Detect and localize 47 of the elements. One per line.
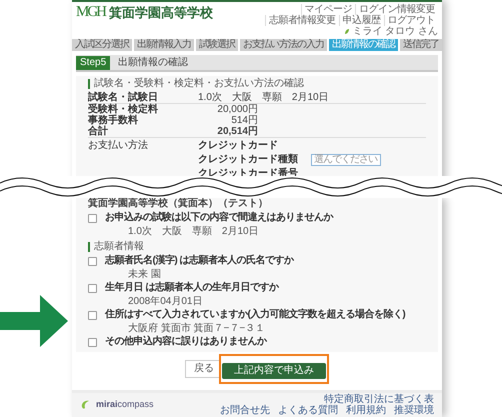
footer-link[interactable]: よくある質問 xyxy=(278,405,338,416)
check-answer: 2008年04月01日 xyxy=(127,296,204,307)
row-label: 事務手数料 xyxy=(88,115,139,126)
checkbox[interactable] xyxy=(88,310,97,320)
checkbox[interactable] xyxy=(88,338,97,346)
row-value: 20,000円 xyxy=(216,104,258,115)
step-badge: Step5 xyxy=(76,56,110,70)
footer-link[interactable]: 推奨環境 xyxy=(394,405,434,416)
nav-link[interactable]: ログイン情報変更 xyxy=(355,4,438,15)
check-answer: 未来 園 xyxy=(127,269,162,280)
check-question: 志願者氏名(漢字) は志願者本人の氏名ですか xyxy=(105,255,294,267)
row-label: 受験料・検定料 xyxy=(88,104,159,115)
payment-method: クレジットカード xyxy=(198,140,279,152)
field-label: クレジットカード種類 xyxy=(198,154,299,166)
section-title: 試験名・受験料・検定料・お支払い方法の確認 xyxy=(94,78,304,90)
checkbox[interactable] xyxy=(88,284,97,292)
check-answer: 大阪府 箕面市 箕面７−７−３１ xyxy=(127,323,266,334)
footer-link[interactable]: お問合せ先 xyxy=(220,405,270,416)
row-value: 1.0次 大阪 専願 2月10日 xyxy=(198,92,329,103)
check-answer: 1.0次 大阪 専願 2月10日 xyxy=(127,226,260,237)
footer-link[interactable]: 特定商取引法に基づく表 xyxy=(324,394,434,405)
footer-link[interactable]: 利用規約 xyxy=(346,405,386,416)
check-question: その他申込内容に誤りはありませんか xyxy=(105,336,266,348)
nav-link[interactable]: ログアウト xyxy=(384,15,438,26)
row-label: お支払い方法 xyxy=(88,140,149,153)
logo-mark: MGH xyxy=(76,4,106,20)
nav-link[interactable]: 申込履歴 xyxy=(338,15,384,26)
checkbox[interactable] xyxy=(88,256,97,266)
school-name: 箕面学園高等学校 xyxy=(109,4,214,20)
step-title: 出願情報の確認 xyxy=(117,56,190,70)
nav-link[interactable]: 志願者情報変更 xyxy=(265,15,338,26)
nav-link[interactable]: マイページ xyxy=(300,4,355,15)
arrow-drawing xyxy=(0,295,68,347)
submit-button[interactable]: 上記内容で申込み xyxy=(222,363,326,379)
user-name: ミライ タロウ さん xyxy=(352,26,438,37)
checkbox[interactable] xyxy=(88,214,97,222)
leaf-icon xyxy=(344,28,350,35)
row-value: 20,514円 xyxy=(216,126,258,137)
exam-school-name: 箕面学園高等学校（箕面本）（テスト） xyxy=(88,198,269,210)
row-label: 試験名・試験日 xyxy=(88,92,159,103)
section-title: 志願者情報 xyxy=(94,241,144,253)
check-question: 生年月日 は志願者本人の生年月日ですか xyxy=(105,282,278,294)
brand-name: miraicompass xyxy=(96,398,154,412)
row-value: 514円 xyxy=(230,115,258,126)
check-question: 住所はすべて入力されていますか(入力可能文字数を超える場合を除く) xyxy=(105,309,406,321)
row-label: 合計 xyxy=(88,126,109,137)
check-question: お申込みの試験は以下の内容で間違えはありませんか xyxy=(105,212,333,224)
